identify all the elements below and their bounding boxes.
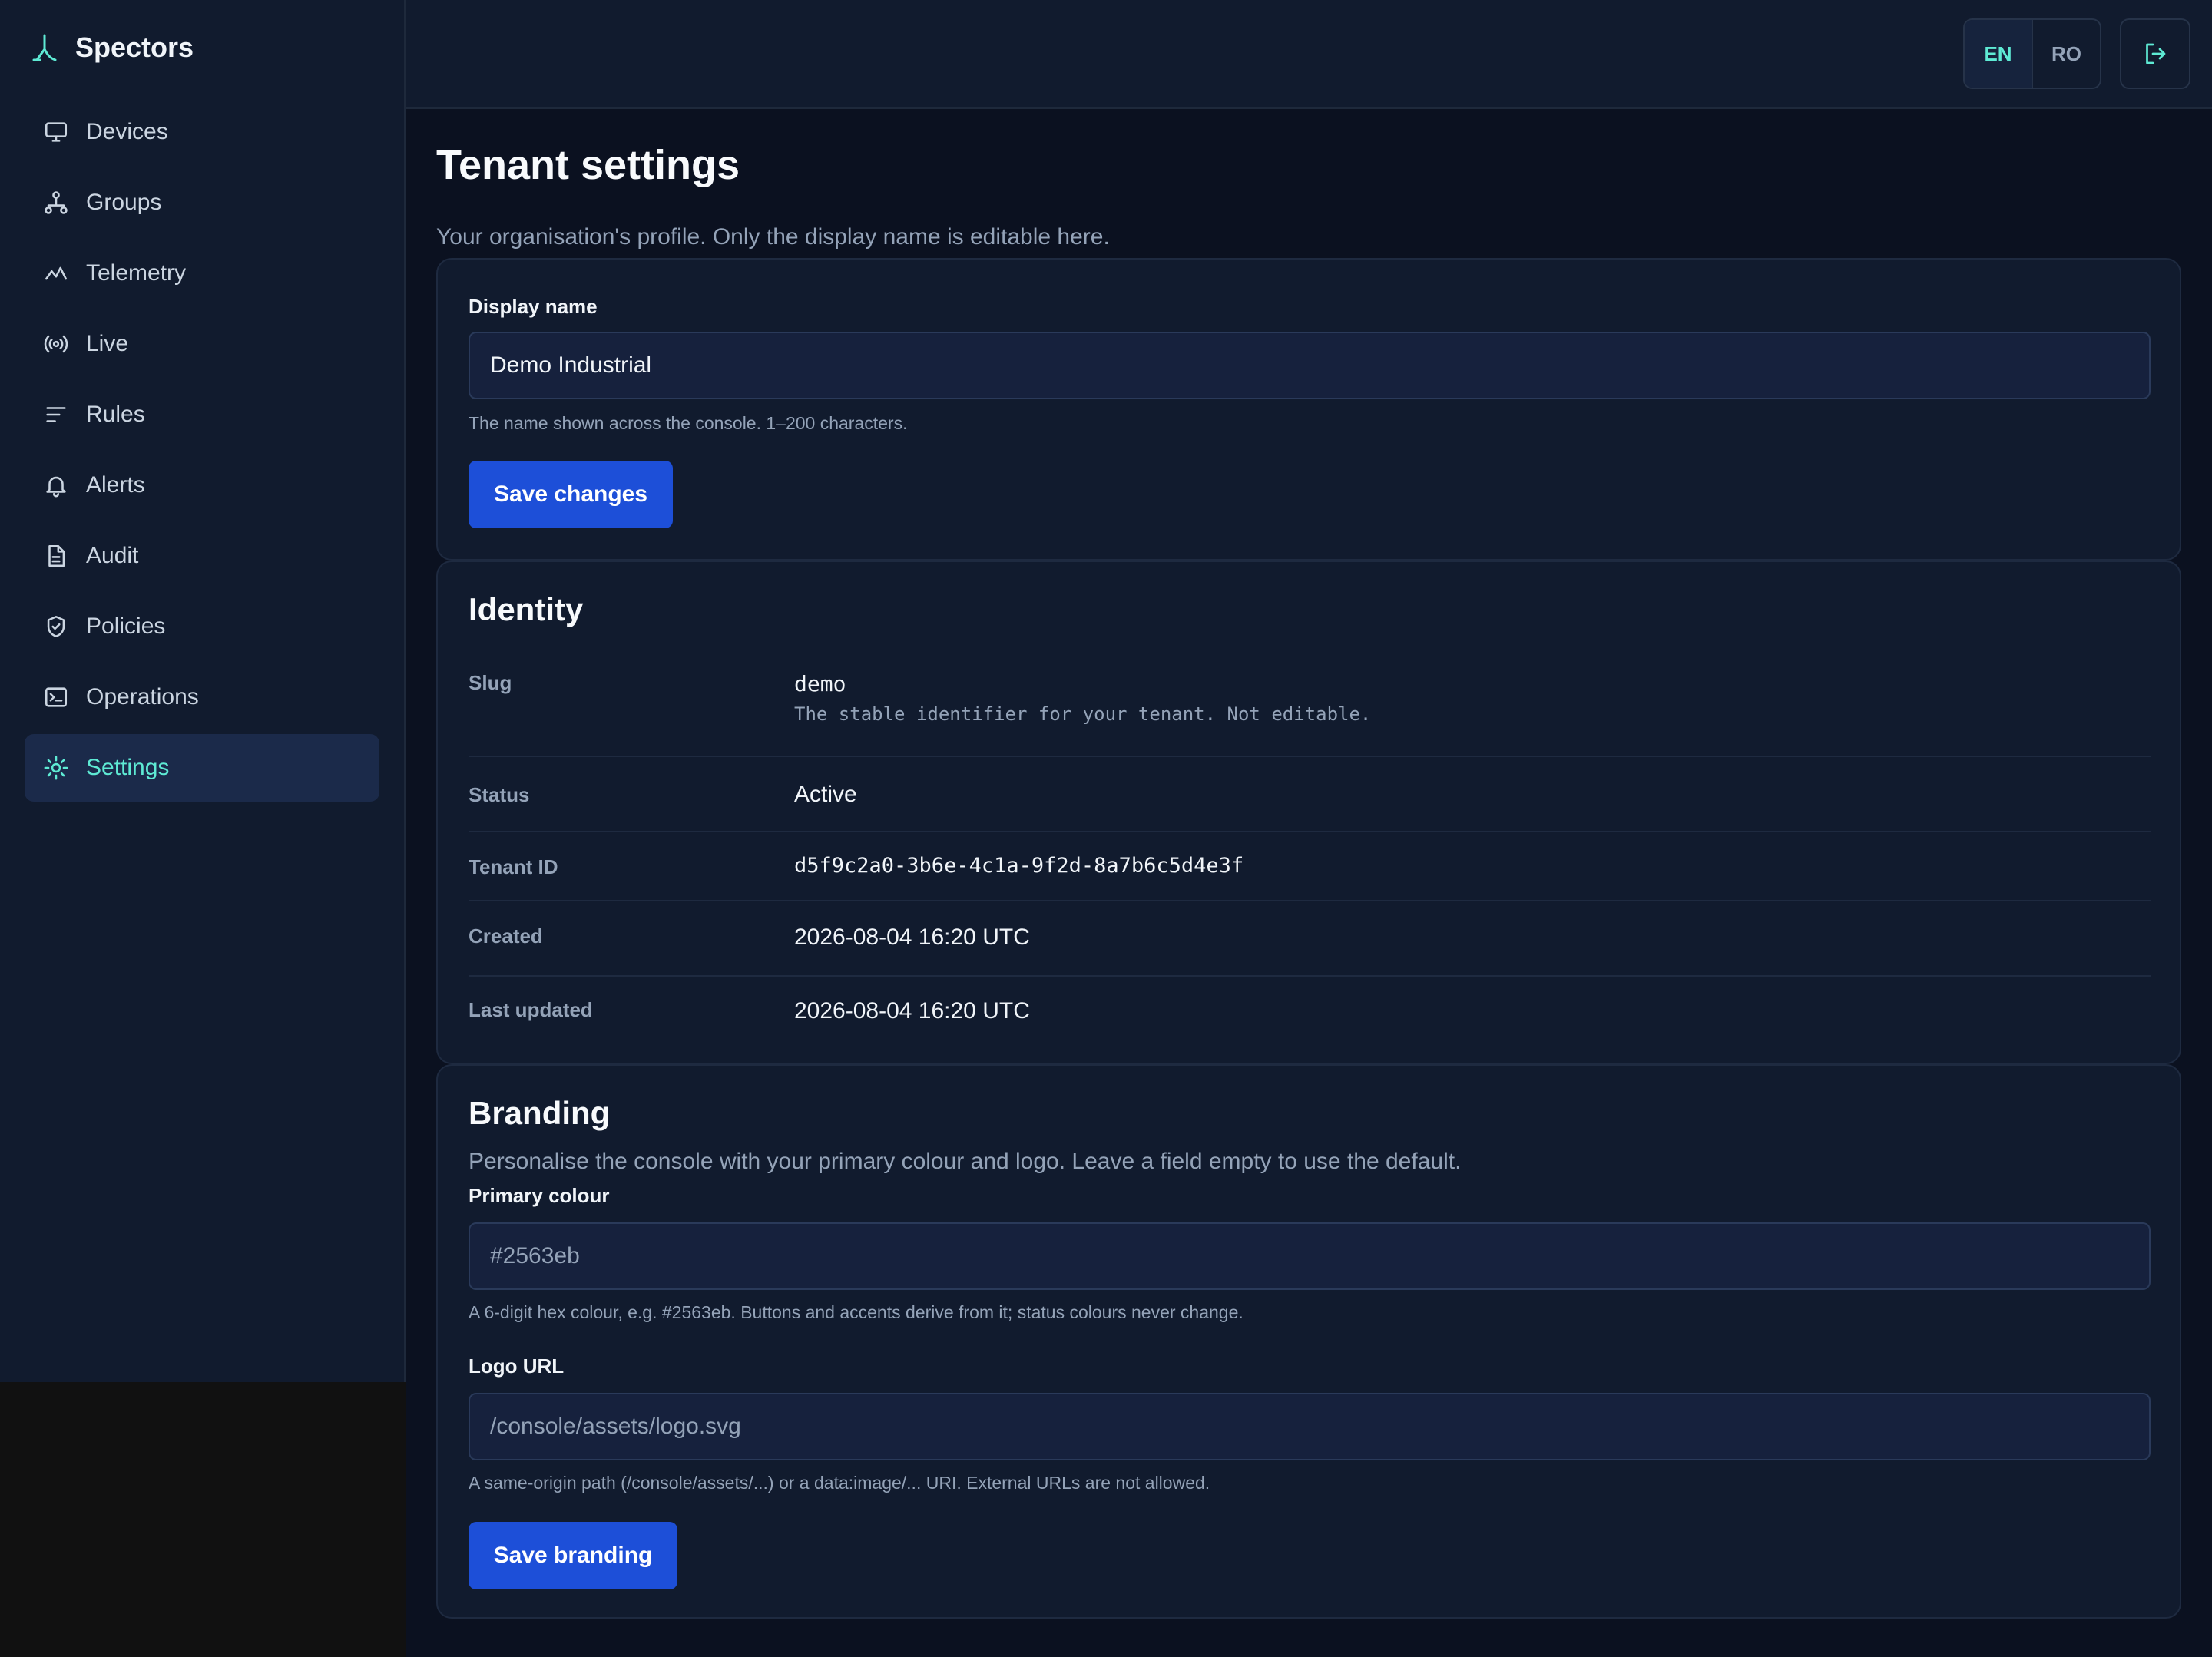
- broadcast-icon: [44, 335, 68, 353]
- lang-en-button[interactable]: EN: [1965, 20, 2033, 88]
- sidebar-item-label: Devices: [86, 119, 168, 144]
- sidebar-item-label: Alerts: [86, 472, 145, 498]
- bell-icon: [46, 476, 66, 498]
- primary-colour-label: Primary colour: [469, 1184, 610, 1207]
- branding-title: Branding: [469, 1095, 611, 1131]
- save-branding-button[interactable]: Save branding: [469, 1522, 677, 1589]
- identity-row-updated: Last updated 2026-08-04 16:20 UTC: [469, 977, 2151, 1052]
- spectors-logo-icon: [32, 34, 57, 61]
- main-content: EN RO Tenant settings Your organisation'…: [406, 0, 2212, 1657]
- logout-button[interactable]: [2120, 18, 2190, 89]
- updated-value: 2026-08-04 16:20 UTC: [794, 998, 1030, 1024]
- top-bar: EN RO: [406, 0, 2212, 109]
- branding-card: Branding Personalise the console with yo…: [436, 1064, 2181, 1619]
- display-name-card: Display name Demo Industrial The name sh…: [436, 258, 2181, 561]
- sidebar-item-groups[interactable]: Groups: [25, 169, 379, 236]
- tenant-id-key: Tenant ID: [469, 855, 558, 878]
- slug-value: demo: [794, 671, 846, 696]
- created-key: Created: [469, 924, 543, 948]
- identity-card: Identity Slug demo The stable identifier…: [436, 561, 2181, 1064]
- branding-description: Personalise the console with your primar…: [469, 1149, 1462, 1174]
- primary-colour-input[interactable]: #2563eb: [469, 1222, 2151, 1290]
- sidebar-item-label: Rules: [86, 402, 145, 427]
- identity-title: Identity: [469, 591, 584, 627]
- lang-ro-button[interactable]: RO: [2033, 20, 2100, 88]
- shield-icon: [47, 615, 65, 638]
- chart-line-icon: [45, 266, 68, 280]
- identity-row-status: Status Active: [469, 757, 2151, 832]
- created-value: 2026-08-04 16:20 UTC: [794, 924, 1030, 950]
- brand[interactable]: Spectors: [31, 26, 194, 69]
- page-title: Tenant settings: [436, 142, 740, 188]
- sidebar-nav: Devices Groups Telemetry Live Rules Aler…: [25, 98, 379, 805]
- lines-icon: [46, 407, 66, 422]
- save-changes-button[interactable]: Save changes: [469, 461, 673, 528]
- sidebar-item-alerts[interactable]: Alerts: [25, 451, 379, 519]
- sidebar-item-audit[interactable]: Audit: [25, 522, 379, 590]
- sidebar-item-policies[interactable]: Policies: [25, 593, 379, 660]
- gear-icon: [44, 756, 68, 780]
- logo-url-label: Logo URL: [469, 1354, 565, 1378]
- sidebar-item-live[interactable]: Live: [25, 310, 379, 378]
- display-name-input[interactable]: Demo Industrial: [469, 332, 2151, 399]
- sidebar-item-label: Policies: [86, 614, 166, 639]
- page-subtitle: Your organisation's profile. Only the di…: [436, 224, 1110, 250]
- identity-row-created: Created 2026-08-04 16:20 UTC: [469, 901, 2151, 977]
- updated-key: Last updated: [469, 998, 593, 1021]
- logo-url-help: A same-origin path (/console/assets/...)…: [469, 1473, 1210, 1493]
- monitor-icon: [45, 122, 68, 142]
- sidebar-item-label: Groups: [86, 190, 162, 215]
- identity-row-slug: Slug demo The stable identifier for your…: [469, 656, 2151, 757]
- tenant-id-value: d5f9c2a0-3b6e-4c1a-9f2d-8a7b6c5d4e3f: [794, 854, 1244, 878]
- sidebar: Spectors Devices Groups Telemetry Live R…: [0, 0, 406, 1382]
- document-icon: [48, 544, 65, 567]
- logo-url-input[interactable]: /console/assets/logo.svg: [469, 1393, 2151, 1460]
- terminal-icon: [45, 687, 68, 707]
- sidebar-item-label: Audit: [86, 543, 139, 568]
- sidebar-item-label: Settings: [86, 755, 170, 780]
- primary-colour-help: A 6-digit hex colour, e.g. #2563eb. Butt…: [469, 1302, 1243, 1322]
- sidebar-item-label: Live: [86, 331, 129, 356]
- sidebar-item-settings[interactable]: Settings: [25, 734, 379, 802]
- sidebar-item-operations[interactable]: Operations: [25, 663, 379, 731]
- app-name: Spectors: [75, 31, 194, 63]
- sidebar-item-rules[interactable]: Rules: [25, 381, 379, 448]
- slug-key: Slug: [469, 671, 512, 694]
- language-switcher: EN RO: [1963, 18, 2101, 89]
- status-key: Status: [469, 783, 530, 806]
- display-name-help: The name shown across the console. 1–200…: [469, 413, 908, 433]
- hierarchy-icon: [45, 191, 68, 214]
- display-name-label: Display name: [469, 295, 598, 318]
- sidebar-item-devices[interactable]: Devices: [25, 98, 379, 166]
- sidebar-item-telemetry[interactable]: Telemetry: [25, 240, 379, 307]
- sidebar-item-label: Telemetry: [86, 260, 187, 286]
- slug-help: The stable identifier for your tenant. N…: [794, 703, 1372, 725]
- logout-icon: [2146, 43, 2166, 64]
- status-value: Active: [794, 782, 857, 807]
- sidebar-item-label: Operations: [86, 684, 199, 709]
- identity-row-tenant-id: Tenant ID d5f9c2a0-3b6e-4c1a-9f2d-8a7b6c…: [469, 832, 2151, 901]
